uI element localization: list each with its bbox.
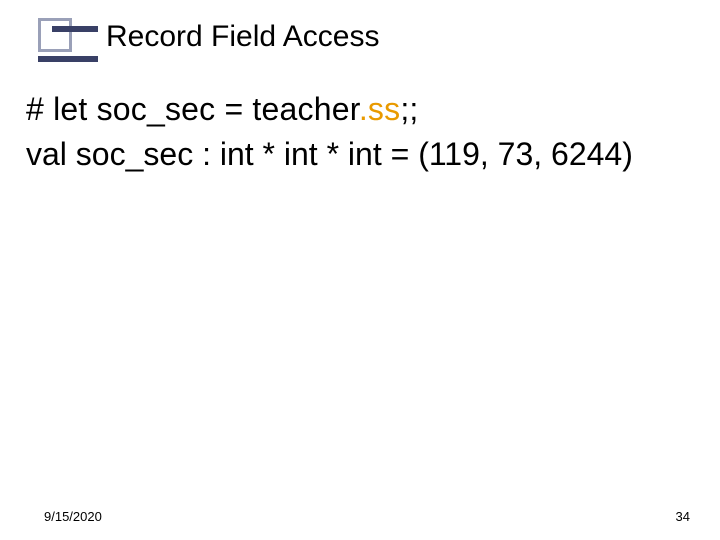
slide: Record Field Access # let soc_sec = teac… (0, 0, 720, 540)
slide-body: # let soc_sec = teacher.ss;; val soc_sec… (26, 88, 694, 176)
code-line1-post: ;; (400, 91, 418, 127)
title-decor-bar-bottom (38, 56, 98, 62)
slide-title: Record Field Access (106, 20, 379, 54)
code-line1-pre: # let soc_sec = teacher (26, 91, 359, 127)
code-line1-highlight: .ss (359, 91, 401, 127)
title-decor-bar-top (52, 26, 98, 32)
title-decor-square (38, 18, 72, 52)
code-line-2: val soc_sec : int * int * int = (119, 73… (26, 133, 694, 176)
footer-date: 9/15/2020 (44, 509, 102, 524)
footer-page-number: 34 (676, 509, 690, 524)
code-line-1: # let soc_sec = teacher.ss;; (26, 88, 694, 131)
